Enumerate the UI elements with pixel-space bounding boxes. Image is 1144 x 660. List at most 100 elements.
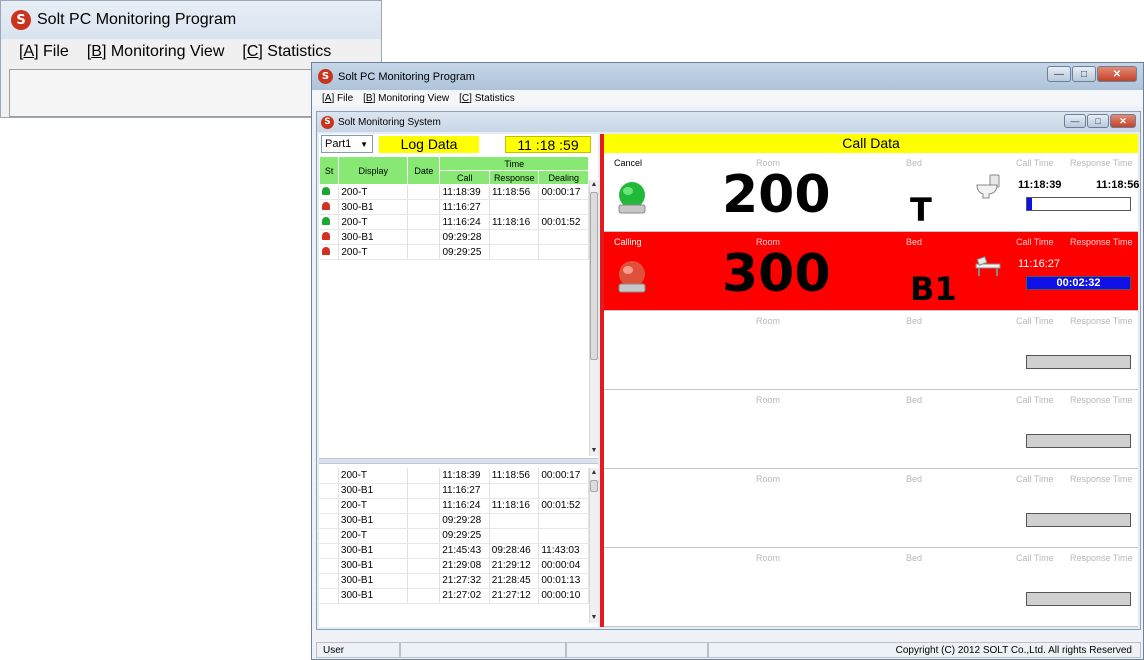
- cell-st: [319, 528, 339, 544]
- scroll-down-icon[interactable]: ▼: [590, 613, 598, 623]
- menu-statistics[interactable]: [C] Statistics: [459, 93, 515, 104]
- call-time-label: Call Time: [1016, 316, 1054, 326]
- history-row[interactable]: 300-B1 21:45:43 09:28:46 11:43:03: [319, 543, 589, 559]
- call-slot[interactable]: Calling Room Bed Call Time Response Time 300 B…: [604, 232, 1138, 311]
- close-icon[interactable]: ✕: [1097, 66, 1137, 82]
- cell-date: [407, 229, 441, 245]
- history-row[interactable]: 200-T 11:18:39 11:18:56 00:00:17: [319, 468, 589, 484]
- history-row[interactable]: 300-B1 21:29:08 21:29:12 00:00:04: [319, 558, 589, 574]
- response-progress-bar: [1026, 592, 1131, 606]
- history-scrollbar[interactable]: ▲ ▼: [589, 468, 598, 623]
- col-date[interactable]: Date: [407, 156, 441, 185]
- log-scrollbar[interactable]: ▲ ▼: [589, 180, 598, 456]
- table-row[interactable]: 200-T 11:18:39 11:18:56 00:00:17: [319, 184, 589, 200]
- room-number: 200: [722, 165, 831, 225]
- status-bar: User Copyright (C) 2012 SOLT Co.,Ltd. Al…: [316, 641, 1141, 659]
- main-titlebar: S Solt PC Monitoring Program — □ ✕: [312, 63, 1143, 90]
- bed-label: Bed: [906, 158, 923, 168]
- maximize-icon[interactable]: □: [1072, 66, 1096, 82]
- table-row[interactable]: 300-B1 11:16:27: [319, 199, 589, 215]
- col-st[interactable]: St: [318, 156, 340, 185]
- response-time-label: Response Time: [1070, 474, 1133, 484]
- scroll-up-icon[interactable]: ▲: [590, 468, 598, 478]
- cell-display: 300-B1: [338, 558, 408, 574]
- maximize-icon[interactable]: □: [1087, 114, 1109, 128]
- call-time-label: Call Time: [1016, 553, 1054, 563]
- cell-response: [489, 513, 540, 529]
- call-state: Calling: [614, 237, 642, 247]
- cell-display: 200-T: [338, 528, 408, 544]
- table-row[interactable]: 300-B1 09:29:28: [319, 229, 589, 245]
- history-row[interactable]: 200-T 11:16:24 11:18:16 00:01:52: [319, 498, 589, 514]
- minimize-icon[interactable]: —: [1064, 114, 1086, 128]
- col-time-group: Time: [439, 156, 589, 171]
- col-response[interactable]: Response: [488, 170, 540, 185]
- bed-icon: [974, 252, 1002, 278]
- col-call[interactable]: Call: [439, 170, 490, 185]
- status-copyright: Copyright (C) 2012 SOLT Co.,Ltd. All rig…: [708, 642, 1141, 658]
- chevron-down-icon: ▼: [360, 139, 368, 149]
- child-window-title: Solt Monitoring System: [338, 116, 441, 128]
- cell-dealing: [538, 528, 589, 544]
- part-select[interactable]: Part1 ▼: [321, 135, 373, 153]
- cell-dealing: 00:01:52: [538, 498, 589, 514]
- bed-label: Bed: [906, 316, 923, 326]
- history-table: 200-T 11:18:39 11:18:56 00:00:17 300-B1 11:16…: [319, 468, 589, 604]
- scroll-up-icon[interactable]: ▲: [590, 180, 598, 190]
- empty-row: [320, 365, 589, 380]
- empty-row: [320, 260, 589, 275]
- close-icon[interactable]: ✕: [1110, 114, 1136, 128]
- history-row[interactable]: 300-B1 21:27:02 21:27:12 00:00:10: [319, 588, 589, 604]
- col-dealing[interactable]: Dealing: [538, 170, 589, 185]
- history-row[interactable]: 200-T 09:29:25: [319, 528, 589, 544]
- current-time-display: 11 :18 :59: [505, 135, 591, 153]
- call-time-value: 11:16:27: [1018, 258, 1061, 270]
- cell-st: [319, 558, 339, 574]
- bg-menu-statistics[interactable]: [C] Statistics: [242, 43, 331, 61]
- history-row[interactable]: 300-B1 21:27:32 21:28:45 00:01:13: [319, 573, 589, 589]
- bg-window-titlebar: S Solt PC Monitoring Program: [1, 1, 381, 39]
- cell-call: 21:27:32: [439, 573, 490, 589]
- bg-menu-monitoring-view[interactable]: [B] Monitoring View: [87, 43, 225, 61]
- cell-dealing: 00:00:10: [538, 588, 589, 604]
- scroll-down-icon[interactable]: ▼: [590, 446, 598, 456]
- call-slot[interactable]: Room Bed Call Time Response Time: [604, 390, 1138, 469]
- table-row[interactable]: 200-T 11:16:24 11:18:16 00:01:52: [319, 214, 589, 230]
- col-display[interactable]: Display: [338, 156, 409, 185]
- cell-display: 200-T: [338, 214, 409, 230]
- cell-response: 11:18:56: [489, 468, 540, 484]
- cell-dealing: 00:00:04: [538, 558, 589, 574]
- history-row[interactable]: 300-B1 11:16:27: [319, 483, 589, 499]
- empty-row: [320, 335, 589, 350]
- menu-monitoring-view[interactable]: [B] Monitoring View: [363, 93, 449, 104]
- cell-date: [407, 483, 441, 499]
- cell-display: 300-B1: [338, 483, 408, 499]
- response-time-label: Response Time: [1070, 158, 1133, 168]
- menu-file[interactable]: [A] File: [322, 93, 353, 104]
- minimize-icon[interactable]: —: [1047, 66, 1071, 82]
- status-lamp-icon: [319, 214, 340, 230]
- response-progress-bar: [1026, 355, 1131, 369]
- cell-st: [319, 483, 339, 499]
- bed-label: Bed: [906, 237, 923, 247]
- table-row[interactable]: 200-T 09:29:25: [319, 244, 589, 260]
- room-label: Room: [756, 474, 781, 484]
- response-time-label: Response Time: [1070, 553, 1133, 563]
- solt-logo-icon: S: [321, 115, 334, 129]
- call-data-title: Call Data: [604, 134, 1138, 153]
- history-row[interactable]: 300-B1 09:29:28: [319, 513, 589, 529]
- cell-dealing: 00:00:17: [538, 184, 589, 200]
- call-slot[interactable]: Room Bed Call Time Response Time: [604, 469, 1138, 548]
- bg-window-title: Solt PC Monitoring Program: [37, 11, 237, 28]
- call-slot[interactable]: Room Bed Call Time Response Time: [604, 548, 1138, 627]
- call-slot[interactable]: Room Bed Call Time Response Time: [604, 311, 1138, 390]
- cell-dealing: 00:00:17: [538, 468, 589, 484]
- response-time-label: Response Time: [1070, 316, 1133, 326]
- cell-call: 21:45:43: [439, 543, 490, 559]
- bg-menu-file[interactable]: [A] File: [19, 43, 69, 61]
- child-window-controls: — □ ✕: [1064, 114, 1136, 128]
- call-slot[interactable]: Cancel Room Bed Call Time Response Time 200 T 1…: [604, 153, 1139, 232]
- cell-st: [319, 468, 339, 484]
- cell-dealing: [538, 483, 589, 499]
- bed-label: Bed: [906, 553, 923, 563]
